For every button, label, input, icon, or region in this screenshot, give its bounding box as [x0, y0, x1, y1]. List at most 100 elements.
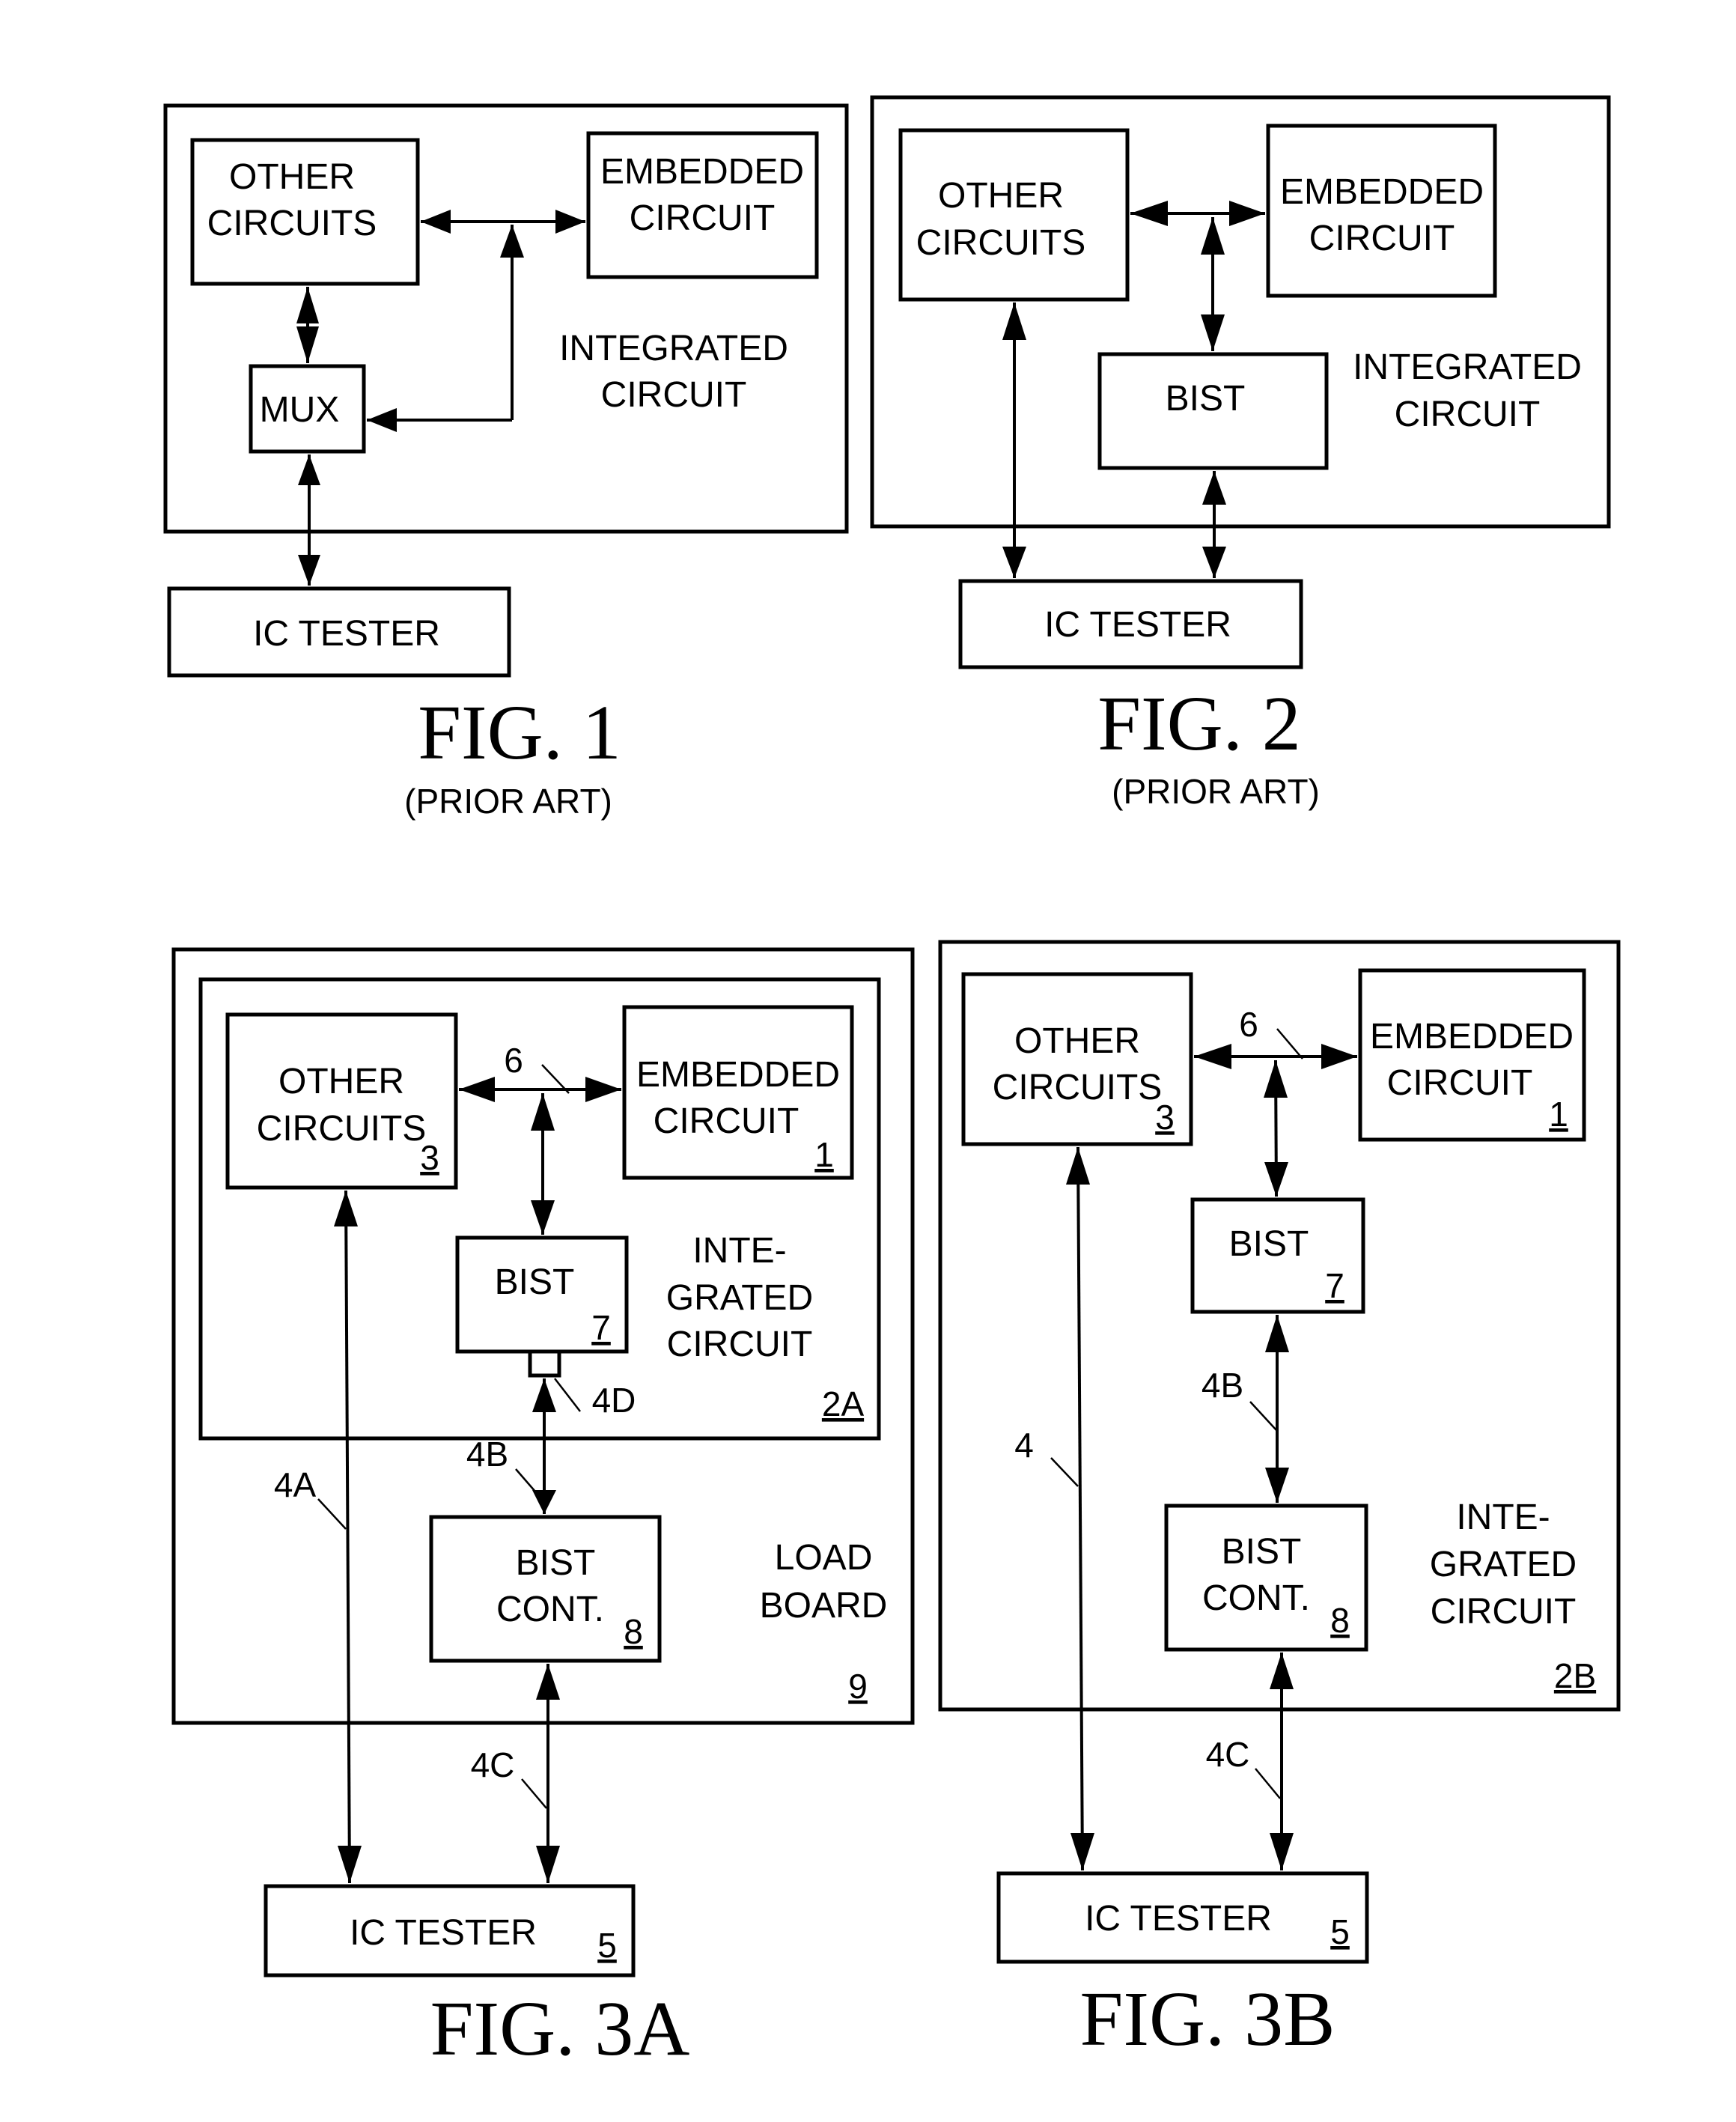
fig3b-ic-label-1: INTE-	[1456, 1498, 1550, 1537]
fig3a-bus-ref: 6	[504, 1041, 523, 1080]
fig3a-embedded-ref: 1	[814, 1135, 834, 1174]
fig3a-other-circuits-ref: 3	[420, 1138, 439, 1177]
fig1-title: FIG. 1	[418, 690, 621, 776]
fig3b-bus-ref: 6	[1239, 1005, 1258, 1044]
fig2: OTHER CIRCUITS EMBEDDED CIRCUIT BIST INT…	[870, 95, 1611, 811]
fig1-arrow-down-tester-icon	[298, 555, 320, 586]
fig3a-link-4c-ref: 4C	[471, 1745, 515, 1784]
fig2-arrow-up-bus-icon	[1201, 217, 1225, 255]
fig3a-arrow-up-cont-icon	[536, 1664, 560, 1700]
fig2-arrow-right-icon	[1229, 201, 1265, 226]
fig3b-ic-tester-label: IC TESTER	[1085, 1899, 1272, 1939]
fig3a-bist-cont-ref: 8	[624, 1612, 643, 1651]
fig3b-arrow-down-tester-icon	[1070, 1833, 1094, 1870]
fig3b-bist-cont-label-1: BIST	[1222, 1532, 1302, 1572]
fig1-arrow-up-icon	[500, 225, 524, 258]
fig3b-arrow-up-other-icon	[1066, 1147, 1090, 1185]
fig2-arrow-down-tester2-icon	[1202, 547, 1226, 578]
fig3a-link-4b-leader	[515, 1468, 536, 1492]
fig2-arrow-up-bist-icon	[1202, 471, 1226, 505]
fig3a-ic-tester-ref: 5	[597, 1926, 617, 1965]
fig3b-arrow-right-icon	[1321, 1044, 1357, 1069]
fig3b-bist-cont-label-2: CONT.	[1202, 1578, 1310, 1618]
patent-drawing-sheet: OTHER CIRCUITS EMBEDDED CIRCUIT MUX INTE…	[163, 95, 1621, 2072]
fig3a-load-board-ref: 9	[848, 1667, 868, 1706]
fig3a-arrow-down-tester2-icon	[536, 1846, 560, 1883]
fig3b-ic-tester-ref: 5	[1330, 1912, 1350, 1951]
fig3b-arrow-up-cont-icon	[1270, 1653, 1294, 1689]
fig3b-link-4b-ref: 4B	[1202, 1366, 1243, 1405]
fig2-ic-label-2: CIRCUIT	[1395, 395, 1541, 434]
fig3b-link-4-ref: 4	[1014, 1426, 1034, 1465]
fig3a-arrow-left-icon	[459, 1077, 495, 1102]
fig3a-link-4b-ref: 4B	[466, 1435, 508, 1474]
fig2-arrow-down-bist-icon	[1201, 314, 1225, 351]
fig3a-bist-ref: 7	[591, 1308, 611, 1347]
fig1-embedded-label-1: EMBEDDED	[600, 152, 804, 192]
fig3b-arrow-down-cont-icon	[1265, 1468, 1289, 1503]
fig3a-pad-leader	[554, 1378, 581, 1412]
fig3b-link-4c-ref: 4C	[1206, 1735, 1250, 1774]
fig3b-ic-ref: 2B	[1554, 1656, 1596, 1695]
fig3a-arrow-up-bus-icon	[531, 1093, 555, 1131]
fig3b-link-4-leader	[1050, 1457, 1079, 1487]
fig3b-embedded-label-1: EMBEDDED	[1370, 1017, 1574, 1057]
fig3b-bist-label: BIST	[1229, 1224, 1309, 1264]
fig3b-arrow-up-bus-icon	[1264, 1060, 1288, 1098]
fig3b-arrow-up-bist-icon	[1265, 1315, 1289, 1352]
fig3a-arrow-up-other-icon	[334, 1191, 358, 1226]
fig3a-embedded-label-2: CIRCUIT	[654, 1101, 800, 1141]
fig3a-bist-label: BIST	[495, 1262, 575, 1302]
fig3a-ic-label-1: INTE-	[692, 1231, 786, 1271]
fig2-arrow-down-tester-icon	[1002, 547, 1026, 578]
fig1-other-circuits-label-1: OTHER	[229, 157, 355, 197]
fig2-arrow-up-other-icon	[1002, 303, 1026, 340]
fig3b-link-4-line	[1076, 1146, 1084, 1871]
fig3b-other-circuits-ref: 3	[1155, 1098, 1175, 1137]
fig3a-embedded-label-1: EMBEDDED	[636, 1055, 840, 1095]
fig1-ic-label-2: CIRCUIT	[601, 375, 747, 415]
fig1-arrow-up-other-icon	[296, 287, 319, 323]
fig3b-bus-leader	[1276, 1028, 1303, 1060]
fig3a-ic-ref: 2A	[822, 1384, 865, 1423]
fig3a: OTHER CIRCUITS 3 EMBEDDED CIRCUIT 1 6 BI…	[171, 947, 915, 2072]
fig3b-bist-cont-ref: 8	[1330, 1601, 1350, 1640]
fig2-embedded-label-1: EMBEDDED	[1280, 172, 1484, 212]
fig3a-ic-label-3: CIRCUIT	[667, 1325, 813, 1364]
fig1-arrow-down-mux-icon	[296, 326, 319, 363]
fig3b-link-4b-leader	[1249, 1401, 1277, 1431]
fig3b-ic-label-3: CIRCUIT	[1431, 1592, 1577, 1632]
fig3a-link-4c-leader	[521, 1778, 547, 1809]
fig1-ic-label-1: INTEGRATED	[559, 329, 788, 368]
fig3a-arrow-down-tester-icon	[338, 1846, 362, 1883]
fig1-arrow-left-icon	[421, 210, 451, 234]
fig3b-embedded-label-2: CIRCUIT	[1387, 1063, 1533, 1103]
fig3a-pad-box	[528, 1349, 561, 1378]
fig3a-link-4a-line	[344, 1190, 351, 1884]
fig3a-arrow-down-cont-icon	[532, 1490, 556, 1514]
fig2-other-circuits-label-2: CIRCUITS	[916, 223, 1086, 263]
fig2-title: FIG. 2	[1097, 681, 1301, 767]
fig3b-link-4c-leader	[1255, 1768, 1281, 1799]
fig2-prior-art: (PRIOR ART)	[1112, 772, 1320, 811]
fig1-embedded-label-2: CIRCUIT	[630, 198, 776, 238]
fig2-bist-label: BIST	[1166, 379, 1246, 419]
fig3b-arrow-left-icon	[1194, 1044, 1231, 1069]
fig1-other-circuits-label-2: CIRCUITS	[207, 204, 377, 243]
fig3a-bist-cont-label-1: BIST	[516, 1543, 596, 1583]
fig2-ic-label-1: INTEGRATED	[1353, 347, 1582, 387]
fig3b-embedded-ref: 1	[1549, 1095, 1568, 1134]
fig3a-other-circuits-label-2: CIRCUITS	[257, 1109, 427, 1149]
fig3b-ic-label-2: GRATED	[1430, 1545, 1577, 1584]
fig1-arrow-right-icon	[555, 210, 585, 234]
fig3a-link-4a-ref: 4A	[274, 1465, 317, 1504]
fig1: OTHER CIRCUITS EMBEDDED CIRCUIT MUX INTE…	[163, 103, 849, 821]
fig1-prior-art: (PRIOR ART)	[404, 782, 612, 821]
fig3b-bist-ref: 7	[1325, 1266, 1344, 1305]
fig3b-arrow-down-bist-icon	[1264, 1162, 1288, 1197]
fig3a-load-board-label-1: LOAD	[775, 1538, 873, 1578]
fig3a-pad-ref: 4D	[592, 1381, 636, 1420]
fig2-ic-tester-label: IC TESTER	[1044, 605, 1231, 645]
fig3a-link-4a-leader	[317, 1498, 347, 1530]
fig3a-arrow-down-bist-icon	[531, 1200, 555, 1235]
